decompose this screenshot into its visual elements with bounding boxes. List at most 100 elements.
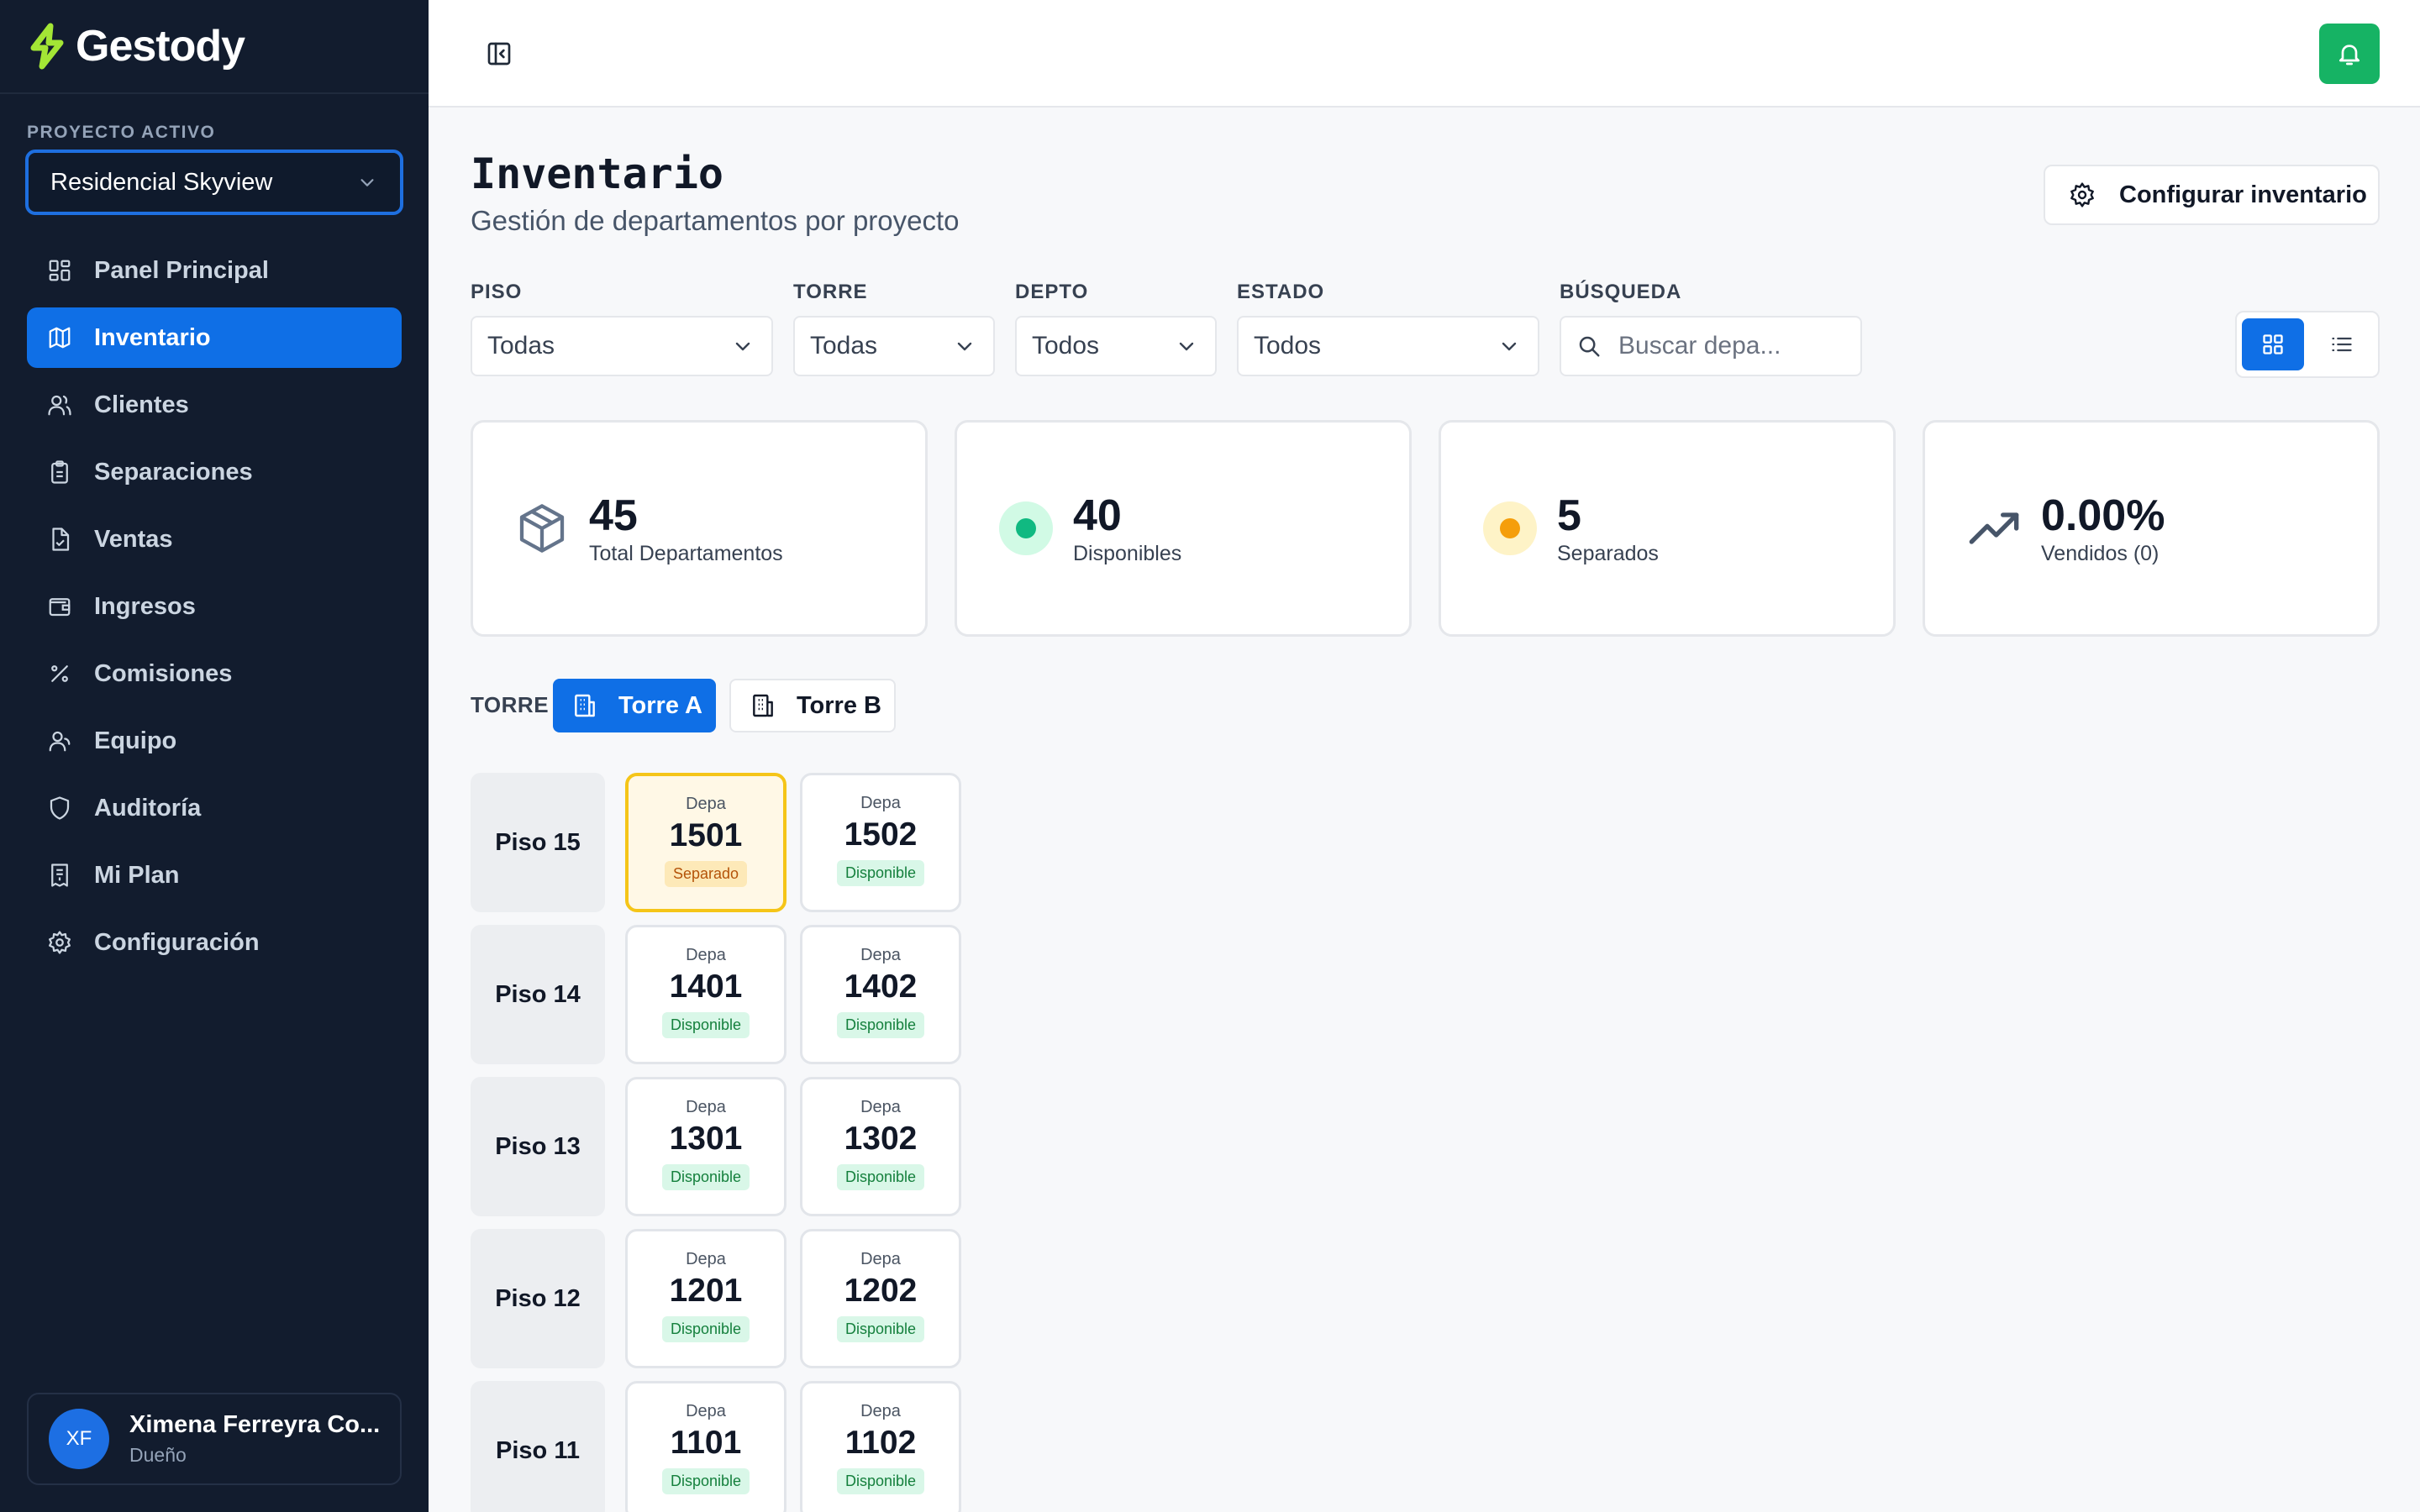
- sidebar-item-label: Panel Principal: [94, 256, 269, 284]
- sidebar-item-label: Auditoría: [94, 794, 202, 822]
- sidebar-item-label: Mi Plan: [94, 861, 180, 889]
- sidebar-item-equipo[interactable]: Equipo: [27, 711, 402, 771]
- unit-label: Depa: [686, 1098, 726, 1116]
- unit-card[interactable]: Depa 1401 Disponible: [625, 925, 786, 1064]
- sidebar-item-comisiones[interactable]: Comisiones: [27, 643, 402, 704]
- unit-card[interactable]: Depa 1502 Disponible: [800, 773, 961, 912]
- project-select-value: Residencial Skyview: [50, 168, 273, 196]
- unit-card[interactable]: Depa 1202 Disponible: [800, 1229, 961, 1368]
- stat-disponibles-label: Disponibles: [1073, 541, 1182, 565]
- stat-total-label: Total Departamentos: [589, 541, 783, 565]
- receipt-icon: [51, 864, 68, 887]
- sidebar-item-configuracion[interactable]: Configuración: [27, 912, 402, 973]
- sidebar-item-label: Configuración: [94, 928, 260, 956]
- tab-torre-b[interactable]: Torre B: [729, 679, 896, 732]
- stat-icon-wrap: [1967, 501, 2021, 555]
- separated-indicator-icon: [1483, 501, 1537, 555]
- tab-torre-b-label: Torre B: [797, 691, 881, 719]
- stat-total-value: 45: [589, 491, 638, 540]
- sidebar-item-mi-plan[interactable]: Mi Plan: [27, 845, 402, 906]
- unit-label: Depa: [860, 1250, 901, 1268]
- user-card[interactable]: XF Ximena Ferreyra Co... Dueño: [27, 1393, 402, 1485]
- sidebar-nav: Panel Principal Inventario Clientes Sepa…: [27, 240, 402, 979]
- stat-text: 0.00% Vendidos (0): [2041, 491, 2165, 566]
- filter-estado-label: ESTADO: [1237, 281, 1325, 303]
- sidebar-item-ingresos[interactable]: Ingresos: [27, 576, 402, 637]
- grid-view-button[interactable]: [2242, 318, 2304, 370]
- unit-number: 1201: [669, 1273, 743, 1309]
- package-icon: [519, 504, 565, 553]
- bell-icon: [2339, 45, 2360, 66]
- unit-number: 1401: [669, 969, 743, 1005]
- tab-torre-a[interactable]: Torre A: [553, 679, 716, 732]
- filter-estado-value: Todos: [1254, 332, 1322, 360]
- building-icon: [753, 694, 773, 717]
- sidebar-item-panel-principal[interactable]: Panel Principal: [27, 240, 402, 301]
- stat-icon-wrap: [515, 501, 569, 555]
- status-badge: Disponible: [661, 1012, 750, 1038]
- filter-busqueda-label: BÚSQUEDA: [1560, 281, 1682, 303]
- unit-card[interactable]: Depa 1302 Disponible: [800, 1077, 961, 1216]
- configure-inventory-button[interactable]: Configurar inventario: [2044, 165, 2380, 225]
- notifications-button[interactable]: [2319, 24, 2380, 84]
- gestody-logo-icon: [30, 23, 64, 70]
- unit-number: 1402: [844, 969, 918, 1005]
- filter-estado-select[interactable]: Todos: [1237, 316, 1539, 376]
- unit-card[interactable]: Depa 1201 Disponible: [625, 1229, 786, 1368]
- brand[interactable]: Gestody: [0, 0, 429, 94]
- sidebar-item-clientes[interactable]: Clientes: [27, 375, 402, 435]
- grid-icon: [2263, 334, 2283, 354]
- unit-label: Depa: [686, 795, 726, 813]
- filter-torre-select[interactable]: Todas: [793, 316, 995, 376]
- stat-text: 45 Total Departamentos: [589, 491, 783, 566]
- search-input[interactable]: Buscar depa...: [1560, 316, 1862, 376]
- project-select[interactable]: Residencial Skyview: [25, 150, 403, 215]
- unit-card[interactable]: Depa 1101 Disponible: [625, 1381, 786, 1512]
- list-icon: [2332, 337, 2352, 352]
- stat-vendidos-label: Vendidos (0): [2041, 541, 2160, 565]
- unit-card[interactable]: Depa 1301 Disponible: [625, 1077, 786, 1216]
- stat-separados-label: Separados: [1557, 541, 1659, 565]
- sidebar-item-label: Equipo: [94, 727, 177, 754]
- stat-card-vendidos: 0.00% Vendidos (0): [1923, 420, 2380, 637]
- sidebar-item-separaciones[interactable]: Separaciones: [27, 442, 402, 502]
- users-icon: [48, 395, 71, 416]
- list-view-button[interactable]: [2311, 318, 2373, 370]
- filter-estado: ESTADO Todos: [1237, 281, 1539, 376]
- unit-card[interactable]: Depa 1102 Disponible: [800, 1381, 961, 1512]
- view-toggle: [2235, 311, 2380, 378]
- sidebar-item-label: Ventas: [94, 525, 173, 553]
- status-badge: Separado: [664, 861, 748, 887]
- unit-number: 1301: [669, 1121, 743, 1157]
- filter-depto-select[interactable]: Todos: [1015, 316, 1217, 376]
- unit-number: 1101: [670, 1425, 742, 1461]
- sidebar-collapse-icon[interactable]: [486, 40, 513, 67]
- clipboard-icon: [51, 460, 68, 484]
- stat-separados-value: 5: [1557, 491, 1581, 540]
- gear-icon: [2070, 182, 2094, 207]
- stat-card-total: 45 Total Departamentos: [471, 420, 928, 637]
- user-info: Ximena Ferreyra Co... Dueño: [129, 1411, 380, 1467]
- stat-card-separados: 5 Separados: [1439, 420, 1896, 637]
- sidebar-item-label: Clientes: [94, 391, 189, 418]
- status-badge: Disponible: [836, 1012, 925, 1038]
- search-icon: [1579, 336, 1600, 357]
- gear-icon: [49, 931, 71, 954]
- unit-card[interactable]: Depa 1402 Disponible: [800, 925, 961, 1064]
- main-content: Inventario Gestión de departamentos por …: [429, 108, 2420, 1512]
- unit-label: Depa: [860, 946, 901, 964]
- chevron-down-icon: [735, 342, 750, 351]
- sidebar-item-ventas[interactable]: Ventas: [27, 509, 402, 570]
- sidebar-item-inventario[interactable]: Inventario: [27, 307, 402, 368]
- sidebar-item-auditoria[interactable]: Auditoría: [27, 778, 402, 838]
- filter-piso-label: PISO: [471, 281, 523, 303]
- floor-label: Piso 12: [471, 1229, 605, 1368]
- unit-number: 1102: [844, 1425, 917, 1461]
- floor-label: Piso 13: [471, 1077, 605, 1216]
- available-dot: [1016, 518, 1036, 538]
- unit-card[interactable]: Depa 1501 Separado: [625, 773, 786, 912]
- filter-depto-value: Todos: [1032, 332, 1100, 360]
- stat-disponibles-value: 40: [1073, 491, 1122, 540]
- status-badge: Disponible: [661, 1316, 750, 1342]
- filter-piso-select[interactable]: Todas: [471, 316, 773, 376]
